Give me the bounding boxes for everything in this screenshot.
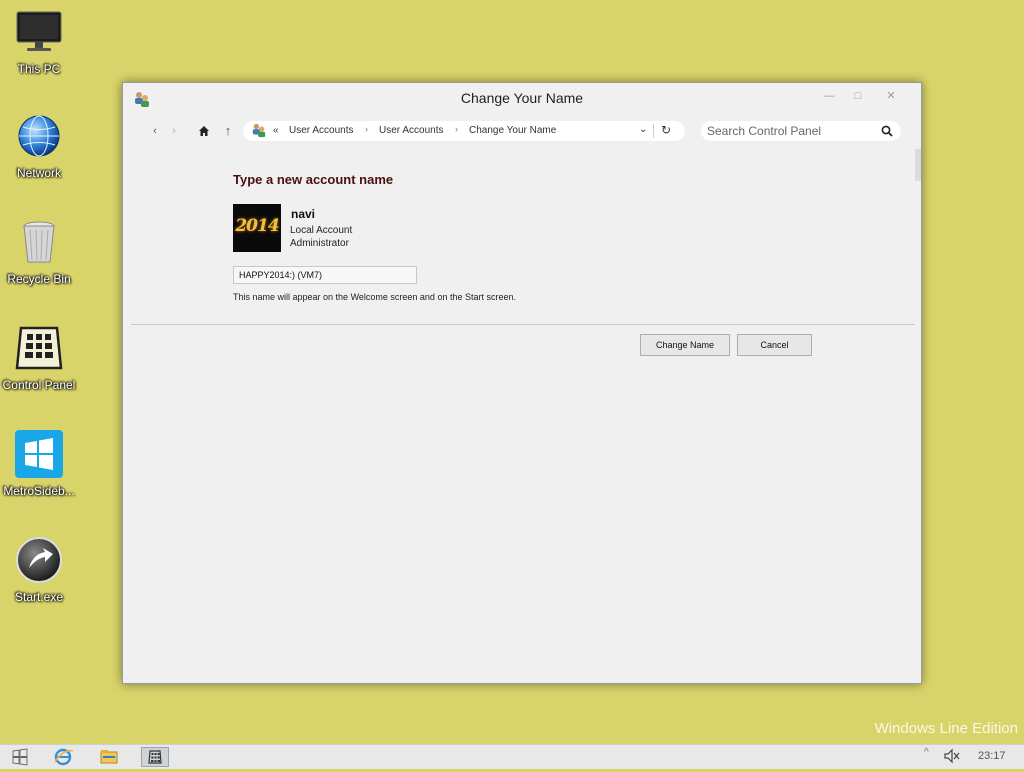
internet-explorer-icon[interactable] <box>49 747 77 767</box>
start-windows-icon[interactable] <box>6 747 34 767</box>
page-title: Type a new account name <box>233 172 394 187</box>
up-icon[interactable]: ↑ <box>221 123 235 139</box>
search-input[interactable] <box>707 123 872 139</box>
desktop-icon-network[interactable]: Network <box>0 112 78 180</box>
avatar-text: 2014 <box>235 216 279 236</box>
close-icon[interactable]: ✕ <box>879 87 903 105</box>
start-exe-icon <box>15 536 63 584</box>
address-overflow[interactable]: « <box>273 125 279 136</box>
volume-muted-icon[interactable] <box>943 748 961 764</box>
taskbar: ^ 23:17 <box>0 744 1024 769</box>
cancel-button[interactable]: Cancel <box>737 334 812 356</box>
breadcrumb-separator-icon[interactable]: › <box>365 124 368 134</box>
breadcrumb-change-your-name[interactable]: Change Your Name <box>469 125 556 136</box>
chevron-down-icon[interactable]: ⌄ <box>639 124 647 135</box>
breadcrumb-user-accounts-2[interactable]: User Accounts <box>379 125 443 136</box>
desktop-icon-label: Network <box>16 166 61 180</box>
desktop-icon-label: Control Panel <box>2 378 76 392</box>
desktop-icon-label: This PC <box>17 62 61 76</box>
desktop-icon-control-panel[interactable]: Control Panel <box>0 324 78 392</box>
address-bar[interactable]: « User Accounts › User Accounts › Change… <box>243 121 685 141</box>
avatar: 2014 <box>233 204 281 252</box>
control-panel-icon[interactable] <box>141 747 169 767</box>
desktop-icon-label: Recycle Bin <box>7 272 71 286</box>
control-panel-icon <box>15 324 63 372</box>
divider <box>131 324 915 325</box>
metro-sidebar-icon <box>15 430 63 478</box>
home-icon[interactable] <box>197 123 211 139</box>
breadcrumb-separator-icon[interactable]: › <box>455 124 458 134</box>
minimize-icon[interactable]: — <box>817 87 841 105</box>
recycle-bin-icon <box>15 218 63 266</box>
desktop-icon-recycle-bin[interactable]: Recycle Bin <box>0 218 78 286</box>
tray-overflow-icon[interactable]: ^ <box>924 747 929 758</box>
desktop-icon-start-exe[interactable]: Start.exe <box>0 536 78 604</box>
desktop-icon-label: Start.exe <box>14 590 64 604</box>
account-type: Local Account <box>290 225 353 236</box>
account-role: Administrator <box>290 238 349 249</box>
desktop-icon-metrosidebar[interactable]: MetroSideb... <box>0 430 78 498</box>
window-title: Change Your Name <box>460 90 584 106</box>
forward-icon[interactable]: › <box>167 123 181 139</box>
monitor-icon <box>15 8 63 56</box>
name-hint: This name will appear on the Welcome scr… <box>233 292 516 302</box>
file-explorer-icon[interactable] <box>95 747 123 767</box>
back-icon[interactable]: ‹ <box>148 123 162 139</box>
content-area: Type a new account name 2014 navi Local … <box>123 149 921 683</box>
maximize-icon[interactable]: □ <box>846 87 870 105</box>
user-accounts-icon <box>251 122 267 141</box>
title-bar[interactable]: Change Your Name — □ ✕ <box>123 83 921 115</box>
change-name-window: Change Your Name — □ ✕ ‹ › ↑ « User Acco… <box>122 82 922 684</box>
refresh-icon[interactable]: ↻ <box>661 123 671 137</box>
search-box[interactable] <box>701 121 901 141</box>
scrollbar[interactable] <box>915 149 921 181</box>
search-icon[interactable] <box>881 124 893 142</box>
change-name-button[interactable]: Change Name <box>640 334 730 356</box>
breadcrumb-user-accounts[interactable]: User Accounts <box>289 125 353 136</box>
clock[interactable]: 23:17 <box>978 750 1006 762</box>
edition-watermark: Windows Line Edition <box>874 720 1018 737</box>
navigation-bar: ‹ › ↑ « User Accounts › User Accounts › … <box>123 117 921 147</box>
account-name-input[interactable] <box>233 266 417 284</box>
address-divider <box>653 124 654 138</box>
network-globe-icon <box>15 112 63 160</box>
desktop-icon-label: MetroSideb... <box>3 484 75 498</box>
desktop-icon-this-pc[interactable]: This PC <box>0 8 78 76</box>
user-name: navi <box>291 207 316 221</box>
